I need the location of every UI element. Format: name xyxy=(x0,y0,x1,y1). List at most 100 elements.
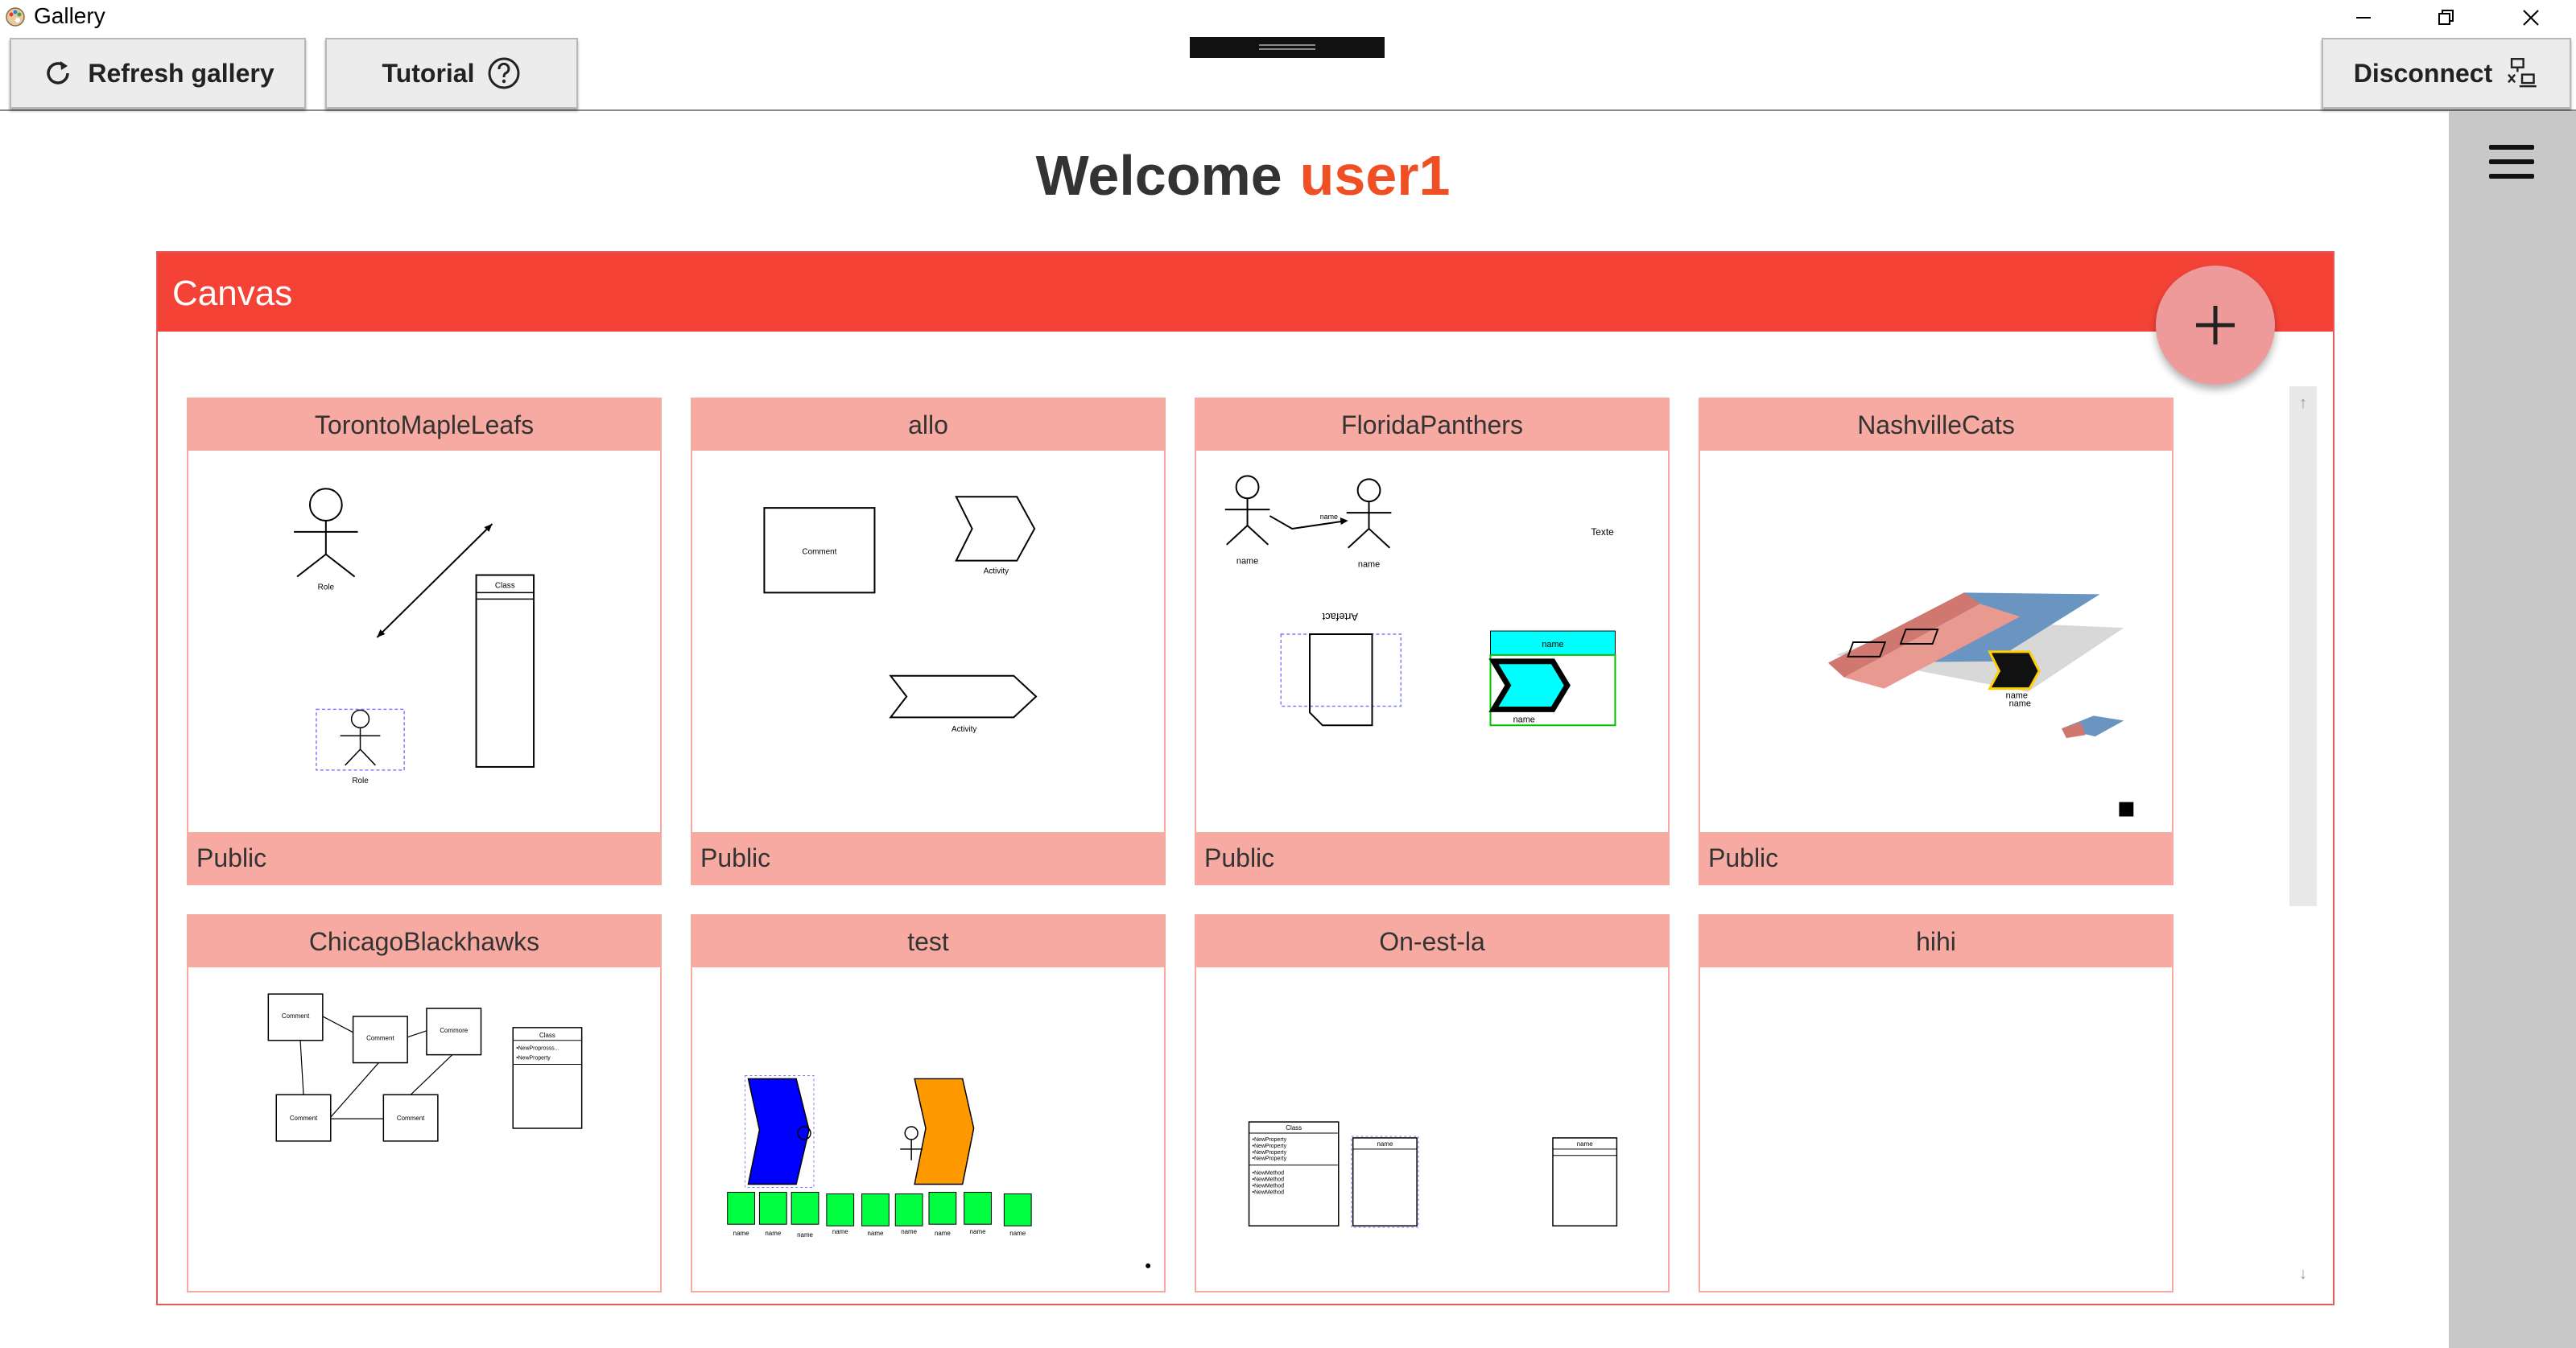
canvas-card[interactable]: hihi xyxy=(1699,914,2174,1292)
diagram-label: Activity xyxy=(984,567,1009,576)
palette-icon xyxy=(6,7,25,27)
canvas-card[interactable]: FloridaPanthers name name name Texte Art xyxy=(1195,398,1670,885)
minimize-button[interactable] xyxy=(2326,0,2401,35)
diagram-label: Comment xyxy=(290,1115,318,1122)
canvas-card[interactable]: TorontoMapleLeafs Role Class Role Public xyxy=(187,398,662,885)
card-thumbnail[interactable]: Comment Activity Activity xyxy=(692,451,1164,831)
diagram-label: •NewProperty xyxy=(516,1056,551,1061)
diagram-label: name xyxy=(2009,699,2031,708)
diagram-label: Texte xyxy=(1591,526,1614,538)
diagram-label: name xyxy=(1009,1230,1026,1237)
canvas-card[interactable]: On-est-la Class •NewProperty •NewPropert… xyxy=(1195,914,1670,1292)
card-thumbnail[interactable]: Class •NewProperty •NewProperty •NewProp… xyxy=(1196,967,1668,1292)
diagram-label: name xyxy=(1377,1140,1393,1148)
restore-icon xyxy=(2438,10,2454,25)
card-title: FloridaPanthers xyxy=(1196,399,1668,451)
disconnect-button[interactable]: Disconnect xyxy=(2322,38,2571,109)
restore-button[interactable] xyxy=(2409,0,2483,35)
diagram-label: Comment xyxy=(397,1115,425,1122)
diagram-label: •NewProperty xyxy=(1253,1137,1287,1143)
tutorial-label: Tutorial xyxy=(382,58,475,88)
minimize-icon xyxy=(2356,17,2371,19)
diagram-label: •NewMethod xyxy=(1253,1177,1285,1183)
plus-icon xyxy=(2196,306,2235,344)
card-title: test xyxy=(692,916,1164,967)
grip-icon xyxy=(1259,44,1315,50)
refresh-gallery-button[interactable]: Refresh gallery xyxy=(10,38,306,109)
toolbar: Refresh gallery Tutorial Disconnect xyxy=(0,35,2576,111)
card-title: On-est-la xyxy=(1196,916,1668,967)
diagram-label: Role xyxy=(352,777,369,785)
diagram-label: •NewProprosss... xyxy=(516,1046,559,1052)
canvas-card[interactable]: test name name name name name name name … xyxy=(691,914,1166,1292)
card-visibility: Public xyxy=(188,832,660,884)
card-thumbnail[interactable] xyxy=(1700,967,2172,1292)
card-thumbnail[interactable]: Comment Comment Commore Comment Comment … xyxy=(188,967,660,1292)
diagram-label: •NewMethod xyxy=(1253,1171,1285,1177)
card-title: NashvilleCats xyxy=(1700,399,2172,451)
diagram-label: name xyxy=(832,1228,848,1235)
drag-handle[interactable] xyxy=(1190,37,1385,58)
diagram-label: Comment xyxy=(802,548,836,557)
scroll-down-arrow-icon[interactable]: ↓ xyxy=(2289,1260,2317,1288)
card-visibility: Public xyxy=(1700,832,2172,884)
card-visibility: Public xyxy=(692,832,1164,884)
diagram-label: Class xyxy=(495,581,515,590)
title-bar: Gallery xyxy=(0,0,2576,35)
scroll-up-arrow-icon[interactable]: ↑ xyxy=(2289,390,2317,417)
diagram-label: •NewMethod xyxy=(1253,1189,1285,1195)
diagram-label: Commore xyxy=(440,1027,468,1034)
diagram-label: name xyxy=(797,1231,813,1239)
welcome-text: Welcome xyxy=(1035,144,1282,207)
refresh-gallery-label: Refresh gallery xyxy=(88,58,275,88)
card-thumbnail[interactable]: Role Class Role xyxy=(188,451,660,831)
diagram-label: name xyxy=(1513,715,1535,724)
welcome-heading: Welcome user1 xyxy=(0,143,2486,208)
tutorial-button[interactable]: Tutorial xyxy=(325,38,578,109)
help-icon xyxy=(488,57,520,89)
canvas-header: Canvas xyxy=(158,253,2333,332)
diagram-label: name xyxy=(970,1228,986,1235)
scroll-thumb[interactable] xyxy=(2289,386,2317,906)
diagram-label: Comment xyxy=(282,1012,310,1020)
card-thumbnail[interactable]: name name name name name name name name … xyxy=(692,967,1164,1292)
diagram-label: Role xyxy=(318,583,335,592)
window-title: Gallery xyxy=(34,3,105,28)
card-thumbnail[interactable]: name name xyxy=(1700,451,2172,831)
username: user1 xyxy=(1299,144,1451,207)
card-title: hihi xyxy=(1700,916,2172,967)
diagram-label: •NewProperty xyxy=(1253,1150,1287,1156)
diagram-label: Activity xyxy=(952,725,976,734)
add-canvas-button[interactable] xyxy=(2156,266,2275,385)
diagram-label: name xyxy=(1358,560,1380,570)
diagram-label: name xyxy=(765,1230,781,1237)
card-title: allo xyxy=(692,399,1164,451)
diagram-label: name xyxy=(1236,557,1258,567)
close-icon xyxy=(2523,10,2539,26)
diagram-label: name xyxy=(1577,1140,1593,1148)
canvas-card[interactable]: ChicagoBlackhawks Comment Comment Commor… xyxy=(187,914,662,1292)
card-thumbnail[interactable]: name name name Texte Artefact name name xyxy=(1196,451,1668,831)
diagram-label: Class xyxy=(1286,1124,1302,1132)
close-button[interactable] xyxy=(2494,0,2568,35)
card-title: ChicagoBlackhawks xyxy=(188,916,660,967)
diagram-label: Comment xyxy=(366,1035,394,1042)
diagram-label: •NewMethod xyxy=(1253,1184,1285,1189)
canvas-title: Canvas xyxy=(172,274,293,313)
diagram-label: name xyxy=(1320,513,1338,521)
canvas-card[interactable]: allo Comment Activity Activity Public xyxy=(691,398,1166,885)
diagram-label: •NewProperty xyxy=(1253,1156,1287,1162)
gallery-scrollbar[interactable]: ↑ ↓ xyxy=(2288,386,2318,1291)
gallery-window: Gallery Refresh gallery Tutorial Disconn… xyxy=(0,0,2576,1348)
disconnect-label: Disconnect xyxy=(2353,58,2493,88)
disconnect-network-icon xyxy=(2508,58,2537,88)
diagram-label: Artefact xyxy=(1322,611,1358,623)
canvas-card[interactable]: NashvilleCats name name Public xyxy=(1699,398,2174,885)
diagram-label: name xyxy=(733,1230,749,1237)
diagram-label: Class xyxy=(539,1032,555,1039)
diagram-label: name xyxy=(1542,640,1563,649)
hamburger-menu-icon[interactable] xyxy=(2489,145,2534,179)
card-title: TorontoMapleLeafs xyxy=(188,399,660,451)
card-visibility: Public xyxy=(1196,832,1668,884)
diagram-label: name xyxy=(868,1230,884,1237)
